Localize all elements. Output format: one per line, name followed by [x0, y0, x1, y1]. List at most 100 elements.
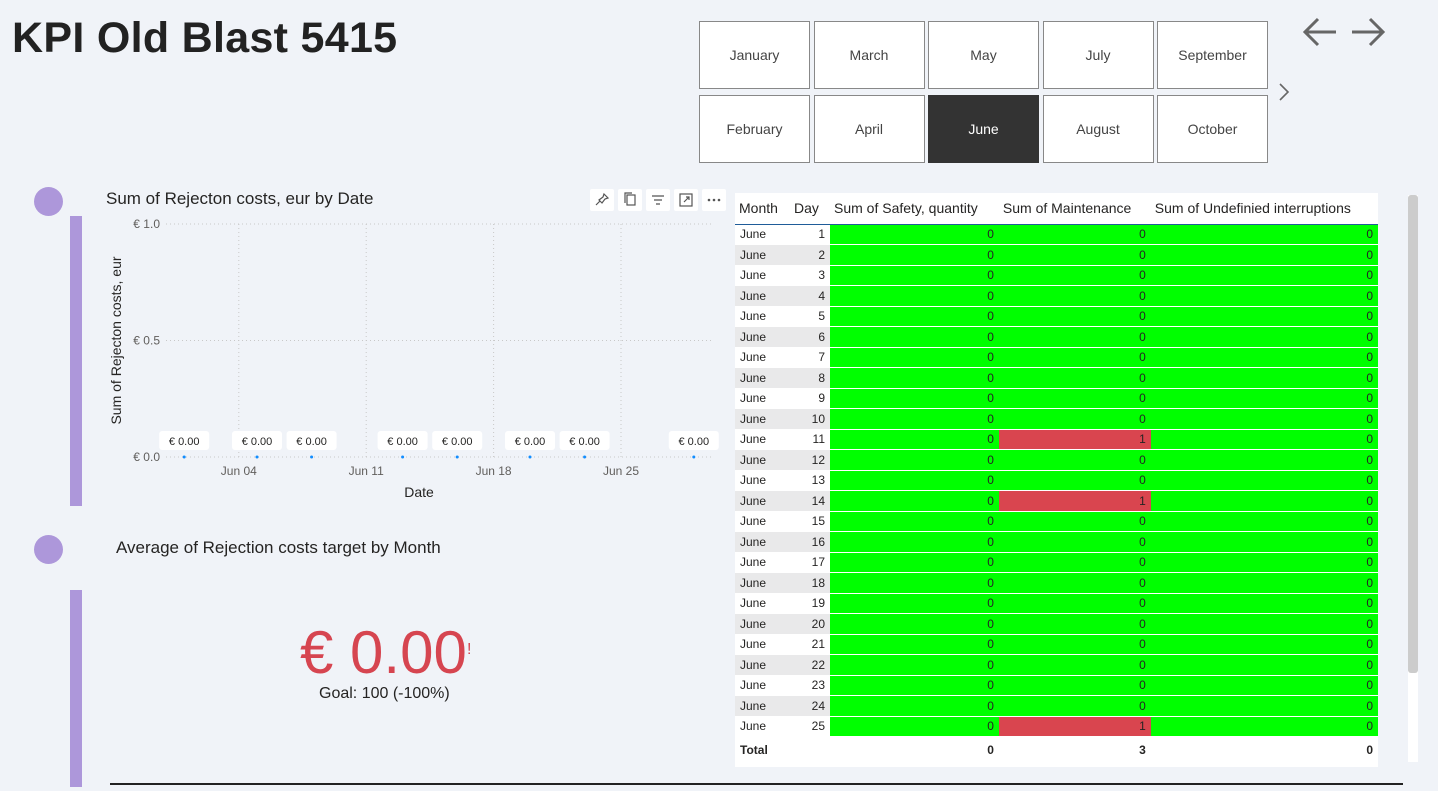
- table-cell: June: [735, 470, 790, 491]
- x-tick-label: Jun 18: [476, 464, 512, 478]
- table-cell: 0: [998, 613, 1151, 635]
- table-cell: 16: [790, 531, 830, 553]
- data-label: € 0.00: [169, 436, 200, 448]
- column-header[interactable]: Sum of Maintenance: [998, 193, 1151, 225]
- table-cell: 0: [1150, 347, 1378, 368]
- table-row: June 3 0 0 0: [735, 265, 1378, 286]
- slicer-item-march[interactable]: March: [813, 21, 925, 89]
- table-cell: June: [735, 429, 790, 450]
- slicer-next-icon[interactable]: [1276, 80, 1292, 104]
- x-axis-title: Date: [404, 484, 434, 500]
- slicer-item-june[interactable]: June: [928, 95, 1039, 163]
- month-slicer: January March May July September February Apri…: [699, 21, 1271, 165]
- table-cell: 0: [830, 347, 999, 368]
- table-cell: 0: [1150, 511, 1378, 532]
- table-cell: 2: [790, 244, 830, 266]
- x-tick-label: Jun 11: [349, 464, 384, 478]
- table-cell: 0: [998, 306, 1151, 327]
- table-cell: 0: [830, 285, 999, 307]
- arrow-right-icon[interactable]: [1348, 12, 1388, 52]
- column-header[interactable]: Sum of Safety, quantity: [830, 193, 999, 225]
- slicer-item-july[interactable]: July: [1042, 21, 1154, 89]
- slicer-item-may[interactable]: May: [928, 21, 1039, 89]
- table-cell: 11: [790, 429, 830, 450]
- table-cell: 0: [830, 408, 999, 430]
- table-row: June 18 0 0 0: [735, 572, 1378, 594]
- table-cell: 0: [1150, 695, 1378, 717]
- table-row: June 5 0 0 0: [735, 306, 1378, 327]
- table-cell: 0: [830, 306, 999, 327]
- slicer-item-august[interactable]: August: [1042, 95, 1154, 163]
- table-cell: 0: [830, 716, 999, 737]
- pin-icon[interactable]: [590, 189, 614, 211]
- focus-mode-icon[interactable]: [674, 189, 698, 211]
- total-cell: 0: [1150, 736, 1378, 763]
- table-cell: 0: [830, 695, 999, 717]
- slicer-item-april[interactable]: April: [813, 95, 925, 163]
- arrow-left-icon[interactable]: [1300, 12, 1340, 52]
- table-cell: 0: [998, 285, 1151, 307]
- data-point: [583, 455, 587, 459]
- column-header[interactable]: Month: [735, 193, 790, 225]
- rejection-cost-chart: € 0.0 € 0.5 € 1.0 Jun 04 Jun 11 Jun 18 Jun 25 D…: [108, 217, 719, 500]
- x-tick-label: Jun 25: [603, 464, 639, 478]
- table-cell: 0: [998, 654, 1151, 676]
- total-cell: [790, 736, 830, 763]
- divider: [110, 783, 1403, 785]
- table-cell: 0: [998, 408, 1151, 430]
- table-cell: 1: [998, 716, 1151, 737]
- table-row: June 6 0 0 0: [735, 326, 1378, 348]
- table-cell: 3: [790, 265, 830, 286]
- table-cell: 0: [1150, 490, 1378, 512]
- table-cell: 0: [830, 634, 999, 655]
- table-cell: 0: [1150, 531, 1378, 553]
- table-cell: 0: [1150, 634, 1378, 655]
- table-cell: 0: [1150, 265, 1378, 286]
- table-cell: 0: [830, 326, 999, 348]
- table-cell: 0: [1150, 429, 1378, 450]
- column-header[interactable]: Day: [790, 193, 830, 225]
- table-cell: 0: [1150, 716, 1378, 737]
- data-label: € 0.00: [387, 436, 418, 448]
- y-tick-label: € 1.0: [133, 217, 160, 231]
- table-cell: 10: [790, 408, 830, 430]
- section-bar: [70, 590, 82, 787]
- scrollbar-thumb[interactable]: [1408, 195, 1418, 673]
- data-label: € 0.00: [442, 436, 473, 448]
- table-cell: June: [735, 326, 790, 348]
- table-cell: June: [735, 511, 790, 532]
- table-cell: June: [735, 306, 790, 327]
- table-cell: 0: [1150, 367, 1378, 389]
- more-options-icon[interactable]: [702, 189, 726, 211]
- slicer-item-january[interactable]: January: [699, 21, 810, 89]
- slicer-item-october[interactable]: October: [1157, 95, 1268, 163]
- table-cell: 0: [1150, 388, 1378, 409]
- slicer-item-september[interactable]: September: [1157, 21, 1268, 89]
- filter-icon[interactable]: [646, 189, 670, 211]
- table-cell: June: [735, 675, 790, 696]
- table-cell: June: [735, 449, 790, 471]
- table-cell: 0: [998, 695, 1151, 717]
- data-point: [255, 455, 259, 459]
- table-cell: 21: [790, 634, 830, 655]
- copy-icon[interactable]: [618, 189, 642, 211]
- table-cell: 6: [790, 326, 830, 348]
- total-cell: 0: [830, 736, 999, 763]
- table-cell: 1: [998, 490, 1151, 512]
- table-cell: 0: [1150, 470, 1378, 491]
- table-scrollbar[interactable]: [1408, 195, 1418, 762]
- table-row: June 20 0 0 0: [735, 613, 1378, 635]
- table-cell: 0: [830, 552, 999, 573]
- table-row: June 16 0 0 0: [735, 531, 1378, 553]
- matrix-table: Month Day Sum of Safety, quantity Sum of Ma…: [735, 193, 1378, 767]
- table-cell: June: [735, 613, 790, 635]
- table-cell: June: [735, 654, 790, 676]
- table-cell: 0: [1150, 326, 1378, 348]
- data-label: € 0.00: [242, 436, 273, 448]
- table-row: June 9 0 0 0: [735, 388, 1378, 409]
- table-row: June 1 0 0 0: [735, 224, 1378, 245]
- table-cell: 15: [790, 511, 830, 532]
- column-header[interactable]: Sum of Undefinied interruptions: [1150, 193, 1378, 225]
- slicer-item-february[interactable]: February: [699, 95, 810, 163]
- table-cell: June: [735, 593, 790, 614]
